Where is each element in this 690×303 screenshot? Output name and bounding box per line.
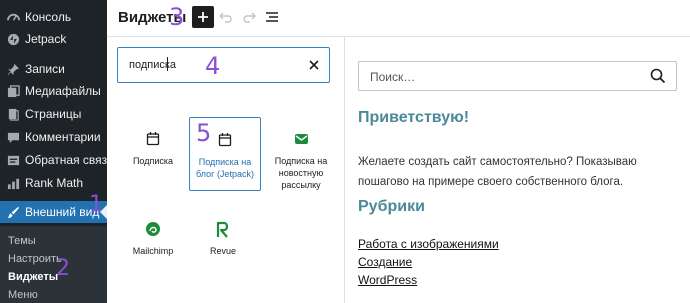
list-view-button[interactable]: [264, 9, 280, 25]
search-icon[interactable]: [650, 68, 666, 84]
dashboard-icon: [6, 10, 20, 24]
block-item-label: Подписка: [132, 156, 174, 166]
sidebar-item-label: Jetpack: [25, 32, 67, 46]
jetpack-icon: [6, 32, 20, 46]
block-inserter-panel: подписка 4 Подписка 5 Подписка на блог (…: [107, 37, 345, 303]
add-block-button[interactable]: [192, 6, 214, 28]
sidebar-item-console[interactable]: Консоль: [0, 6, 107, 28]
sidebar-item-feedback[interactable]: Обратная связь: [0, 149, 113, 171]
preview-canvas: Поиск… Приветствую! Желаете создать сайт…: [345, 37, 690, 303]
search-input-value: подписка: [129, 59, 177, 71]
list-view-icon: [266, 12, 278, 22]
undo-icon: [219, 12, 232, 23]
submenu-item-themes[interactable]: Темы: [8, 235, 36, 247]
revue-icon: [189, 221, 257, 238]
annotation-number-1: 1: [89, 192, 103, 217]
block-item-newsletter-subscription[interactable]: Подписка на новостную рассылку: [265, 117, 337, 190]
block-item-label: Подписка на блог (Jetpack): [196, 157, 254, 179]
sidebar-item-label: Комментарии: [25, 130, 101, 144]
categories-heading: Рубрики: [358, 198, 425, 215]
text-caret: [167, 57, 168, 71]
block-item-label: Mailchimp: [132, 246, 174, 256]
submenu-item-widgets[interactable]: Виджеты: [8, 271, 58, 283]
block-search-input[interactable]: подписка 4: [117, 47, 330, 83]
sidebar-item-pages[interactable]: Страницы: [0, 103, 107, 125]
pages-icon: [6, 107, 20, 121]
annotation-number-2: 2: [56, 256, 70, 281]
admin-sidebar: Консоль Jetpack Записи Медиафайлы Страни…: [0, 0, 113, 303]
close-icon: [309, 60, 319, 70]
search-placeholder: Поиск…: [370, 70, 416, 84]
undo-button[interactable]: [218, 9, 234, 25]
clear-search-button[interactable]: [307, 58, 321, 72]
block-item-mailchimp[interactable]: Mailchimp: [119, 207, 187, 279]
block-item-subscription[interactable]: Подписка: [119, 117, 187, 189]
sidebar-item-label: Страницы: [25, 107, 82, 121]
redo-icon: [243, 12, 256, 23]
submenu-item-customize[interactable]: Настроить: [8, 253, 62, 265]
calendar-icon: [190, 132, 260, 148]
comments-icon: [6, 130, 20, 144]
sidebar-item-label: Записи: [25, 62, 65, 76]
preview-search-field[interactable]: Поиск…: [358, 61, 677, 91]
category-link[interactable]: WordPress: [358, 273, 417, 287]
rank-math-icon: [6, 176, 20, 190]
submenu-item-menus[interactable]: Меню: [8, 289, 38, 301]
sidebar-item-label: Rank Math: [25, 176, 84, 190]
sidebar-item-jetpack[interactable]: Jetpack: [0, 28, 107, 50]
sidebar-item-label: Консоль: [25, 10, 72, 24]
category-link[interactable]: Работа с изображениями: [358, 237, 499, 251]
block-item-label: Revue: [209, 246, 236, 256]
redo-button[interactable]: [241, 9, 257, 25]
sidebar-item-posts[interactable]: Записи: [0, 58, 107, 80]
annotation-number-3: 3: [169, 3, 185, 31]
appearance-submenu: Темы Настроить Виджеты Меню: [0, 226, 107, 303]
sidebar-item-media[interactable]: Медиафайлы: [0, 80, 107, 102]
sidebar-item-label: Медиафайлы: [25, 84, 101, 98]
pin-icon: [6, 62, 20, 76]
greeting-heading: Приветствую!: [358, 109, 470, 126]
block-item-blog-subscription-jetpack[interactable]: 5 Подписка на блог (Jetpack): [189, 117, 261, 191]
feedback-icon: [6, 153, 20, 167]
media-icon: [6, 84, 20, 98]
newsletter-icon: [265, 131, 337, 147]
mailchimp-icon: [119, 221, 187, 237]
category-link[interactable]: Создание: [358, 255, 412, 269]
sidebar-item-label: Обратная связь: [25, 153, 114, 167]
sidebar-item-rank-math[interactable]: Rank Math: [0, 172, 107, 194]
widget-preview-area: Поиск… Приветствую! Желаете создать сайт…: [345, 37, 690, 303]
plus-icon: [198, 12, 208, 22]
editor-header: Виджеты 3: [107, 0, 690, 37]
brush-icon: [6, 205, 20, 219]
block-item-revue[interactable]: Revue: [189, 207, 257, 279]
calendar-icon: [119, 131, 187, 147]
greeting-text: Желаете создать сайт самостоятельно? Пок…: [358, 156, 637, 188]
block-item-label: Подписка на новостную рассылку: [274, 156, 328, 190]
sidebar-item-comments[interactable]: Комментарии: [0, 126, 107, 148]
annotation-number-4: 4: [205, 52, 221, 80]
